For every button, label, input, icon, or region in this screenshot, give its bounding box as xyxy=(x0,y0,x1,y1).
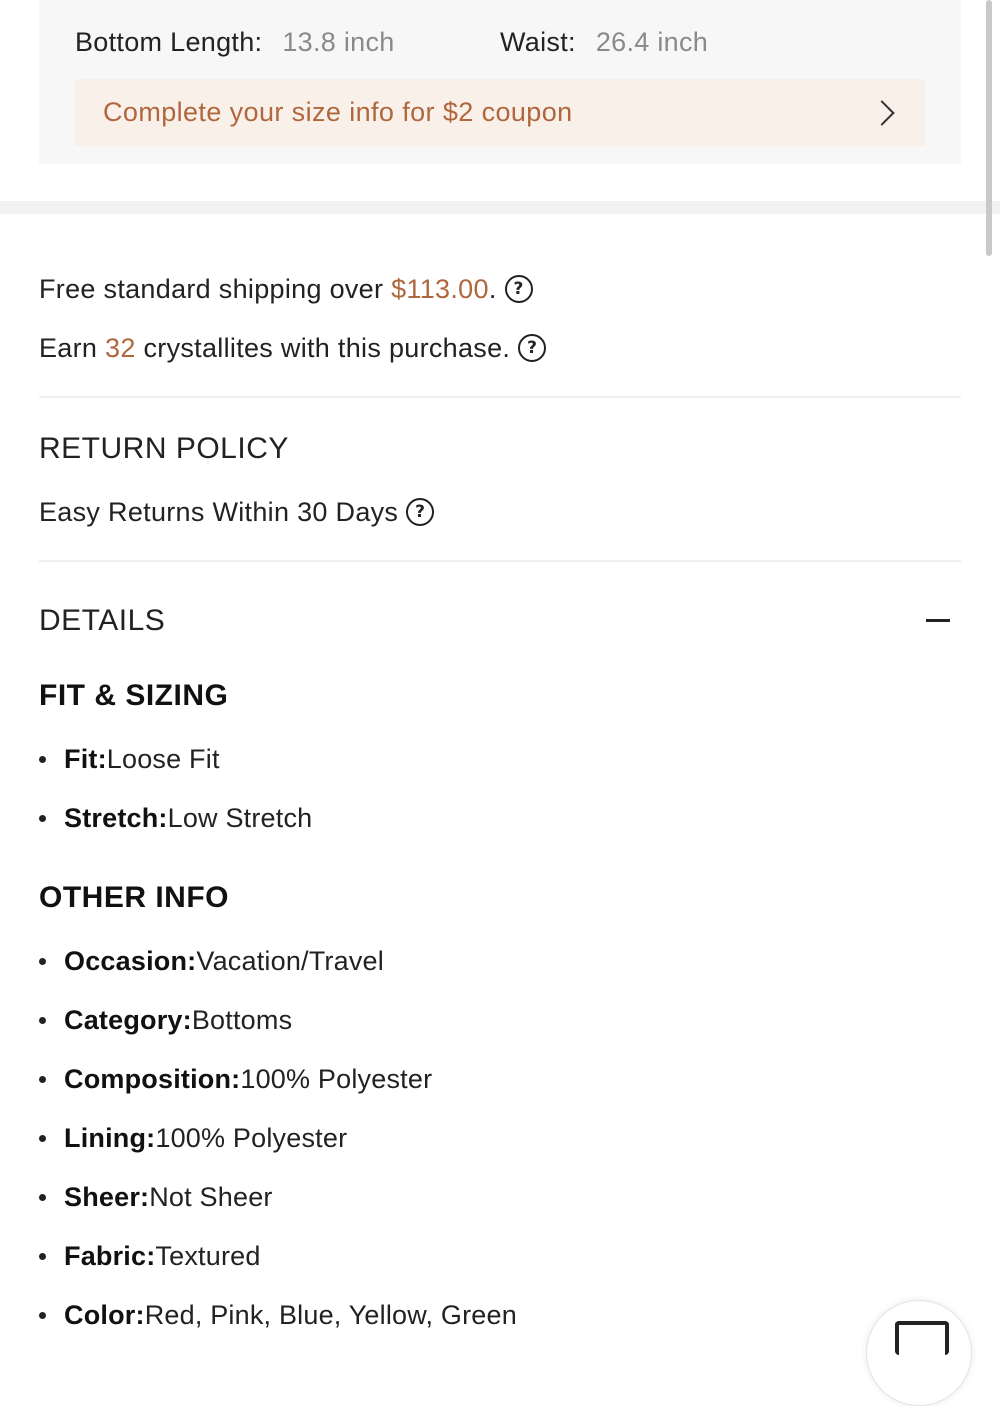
other-info-title: OTHER INFO xyxy=(39,881,229,914)
list-item: Stretch: Low Stretch xyxy=(39,800,312,836)
shipping-info: Free standard shipping over $113.00. ? xyxy=(39,271,533,307)
item-key: Sheer: xyxy=(64,1182,150,1212)
item-value: 100% Polyester xyxy=(240,1064,433,1094)
item-key: Stretch: xyxy=(64,803,168,833)
item-value: Low Stretch xyxy=(167,803,313,833)
item-key: Category: xyxy=(64,1005,192,1035)
return-policy-info: Easy Returns Within 30 Days ? xyxy=(39,494,435,530)
list-item: Composition: 100% Polyester xyxy=(39,1061,432,1097)
item-value: Textured xyxy=(155,1241,261,1271)
points-help-icon[interactable]: ? xyxy=(518,334,547,362)
list-item: Color: Red, Pink, Blue, Yellow, Green xyxy=(39,1297,517,1333)
item-value: Loose Fit xyxy=(106,744,220,774)
item-key: Composition: xyxy=(64,1064,241,1094)
section-separator xyxy=(0,201,1000,214)
points-info: Earn 32 crystallites with this purchase.… xyxy=(39,330,547,366)
return-policy-text: Easy Returns Within 30 Days xyxy=(39,497,399,527)
item-key: Lining: xyxy=(64,1123,156,1153)
item-key: Occasion: xyxy=(64,946,197,976)
divider xyxy=(39,560,961,562)
shipping-prefix: Free standard shipping over xyxy=(39,274,392,304)
item-value: Red, Pink, Blue, Yellow, Green xyxy=(144,1300,517,1330)
fit-sizing-title: FIT & SIZING xyxy=(39,679,229,712)
waist-label: Waist: xyxy=(500,27,576,57)
shipping-help-icon[interactable]: ? xyxy=(504,275,533,303)
bullet-icon xyxy=(39,957,46,965)
shipping-suffix: . xyxy=(488,274,497,304)
floating-action-button[interactable] xyxy=(866,1300,972,1406)
points-count: 32 xyxy=(105,333,136,363)
list-item: Fabric: Textured xyxy=(39,1238,261,1274)
item-key: Fabric: xyxy=(64,1241,156,1271)
chevron-right-icon xyxy=(869,99,895,126)
bullet-icon xyxy=(39,1193,46,1201)
item-value: Bottoms xyxy=(191,1005,293,1035)
details-title[interactable]: DETAILS xyxy=(39,603,165,639)
list-item: Occasion: Vacation/Travel xyxy=(39,943,384,979)
bullet-icon xyxy=(39,1252,46,1260)
points-prefix: Earn xyxy=(39,333,106,363)
item-key: Fit: xyxy=(64,744,107,774)
bottom-length-value: 13.8 inch xyxy=(282,27,395,57)
bullet-icon xyxy=(39,1016,46,1024)
item-value: Not Sheer xyxy=(149,1182,273,1212)
bag-icon xyxy=(895,1321,949,1355)
bullet-icon xyxy=(39,1075,46,1083)
return-help-icon[interactable]: ? xyxy=(406,498,435,526)
item-value: Vacation/Travel xyxy=(196,946,384,976)
size-coupon-banner[interactable]: Complete your size info for $2 coupon xyxy=(75,79,925,146)
list-item: Fit: Loose Fit xyxy=(39,741,220,777)
collapse-minus-icon[interactable] xyxy=(926,619,950,622)
return-policy-title: RETURN POLICY xyxy=(39,432,289,465)
bottom-length-label: Bottom Length: xyxy=(75,27,263,57)
bullet-icon xyxy=(39,1134,46,1142)
scrollbar[interactable] xyxy=(986,0,992,256)
waist-row: Waist: 26.4 inch xyxy=(500,24,708,60)
coupon-text: Complete your size info for $2 coupon xyxy=(103,97,573,127)
list-item: Sheer: Not Sheer xyxy=(39,1179,273,1215)
divider xyxy=(39,396,961,398)
shipping-threshold: $113.00 xyxy=(391,274,489,304)
bullet-icon xyxy=(39,755,46,763)
item-value: 100% Polyester xyxy=(155,1123,348,1153)
list-item: Lining: 100% Polyester xyxy=(39,1120,347,1156)
bullet-icon xyxy=(39,1311,46,1319)
item-key: Color: xyxy=(64,1300,145,1330)
waist-value: 26.4 inch xyxy=(595,27,709,57)
bullet-icon xyxy=(39,814,46,822)
list-item: Category: Bottoms xyxy=(39,1002,292,1038)
bottom-length-row: Bottom Length: 13.8 inch xyxy=(75,24,395,60)
points-suffix: crystallites with this purchase. xyxy=(135,333,511,363)
